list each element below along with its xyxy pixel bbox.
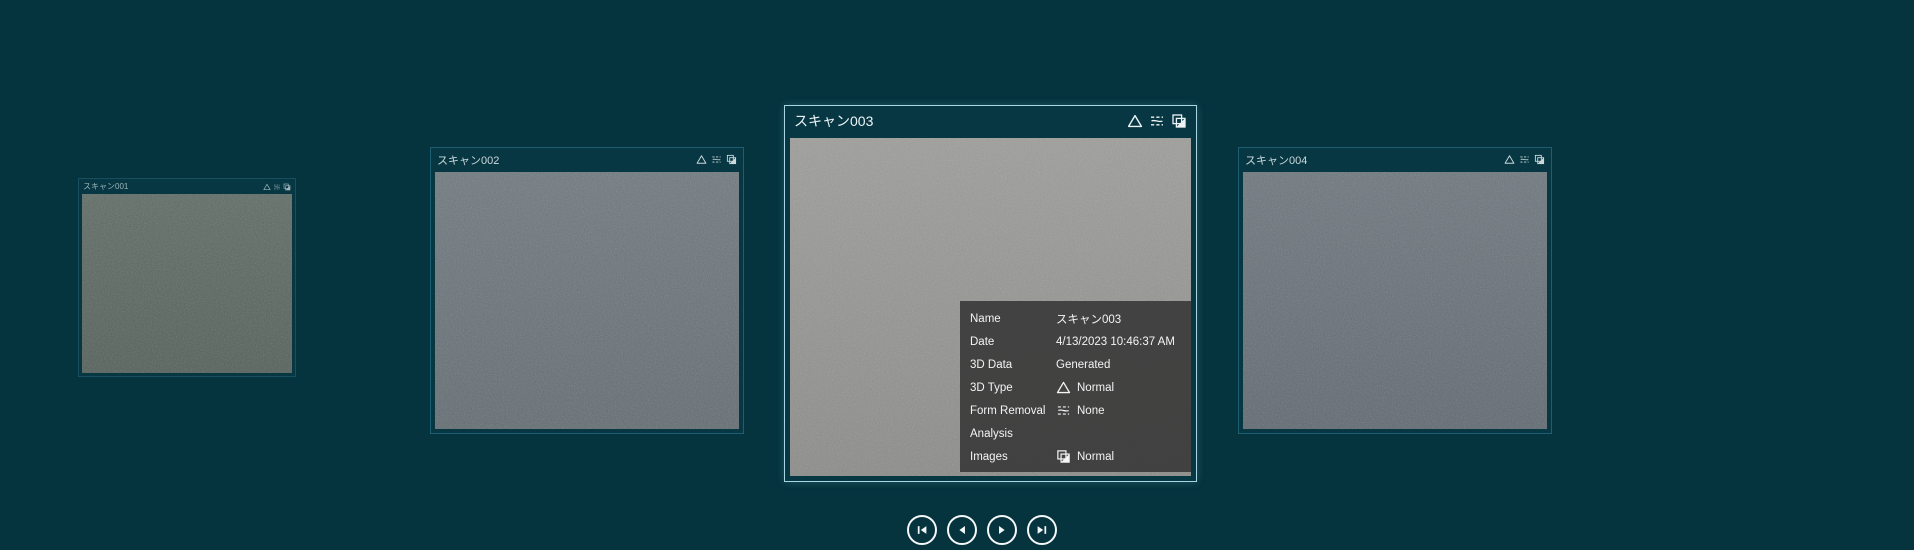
- card-status-icons: [263, 183, 291, 191]
- card-title-bar: スキャン002: [431, 148, 743, 171]
- info-label: Images: [970, 450, 1008, 463]
- card-title-bar: スキャン004: [1239, 148, 1551, 171]
- scan-info-panel: Name スキャン003 Date 4/13/2023 10:46:37 AM …: [960, 301, 1191, 472]
- form-removal-icon: [1151, 116, 1163, 126]
- scan-name-label: スキャン003: [794, 113, 874, 129]
- skip-first-icon: [917, 526, 927, 534]
- thumbnail-noise-texture: [1243, 172, 1547, 429]
- images-icon: [1057, 450, 1070, 463]
- 3d-type-triangle-icon: [1504, 155, 1515, 164]
- previous-icon: [959, 525, 965, 535]
- carousel-navigation: [907, 515, 1057, 545]
- scan-thumbnail[interactable]: [82, 194, 292, 373]
- scan-name-label: スキャン004: [1245, 154, 1308, 167]
- info-label: 3D Data: [970, 358, 1013, 371]
- next-icon: [999, 525, 1005, 535]
- info-label: Date: [970, 335, 995, 348]
- info-row-form-removal: Form Removal None: [970, 399, 1191, 422]
- first-button[interactable]: [907, 515, 937, 545]
- info-label: Form Removal: [970, 404, 1046, 417]
- info-row-analysis: Analysis: [970, 422, 1191, 445]
- info-row-images: Images Normal: [970, 445, 1191, 468]
- info-label: 3D Type: [970, 381, 1013, 394]
- triangle-icon: [1056, 381, 1071, 394]
- info-value: Normal: [1056, 380, 1114, 395]
- scan-thumbnail[interactable]: [435, 172, 739, 429]
- images-icon: [283, 183, 291, 190]
- info-row-date: Date 4/13/2023 10:46:37 AM: [970, 330, 1191, 353]
- info-row-3d-type: 3D Type Normal: [970, 376, 1191, 399]
- scan-carousel-view: スキャン001 スキャン002 スキャン003 Name スキャン003 Dat…: [0, 0, 1914, 550]
- scan-name-label: スキャン002: [437, 154, 500, 167]
- info-value: Generated: [1056, 358, 1111, 371]
- info-row-3d-data: 3D Data Generated: [970, 353, 1191, 376]
- card-title-bar: スキャン003: [785, 106, 1196, 136]
- info-value: 4/13/2023 10:46:37 AM: [1056, 335, 1175, 348]
- scan-card-4[interactable]: スキャン004: [1238, 147, 1552, 434]
- images-icon: [1172, 114, 1186, 128]
- card-title-bar: スキャン001: [79, 179, 295, 194]
- info-value: Normal: [1056, 449, 1114, 464]
- card-status-icons: [1504, 154, 1545, 165]
- scan-card-2[interactable]: スキャン002: [430, 147, 744, 434]
- info-value-text: Normal: [1077, 450, 1115, 463]
- info-value-text: None: [1077, 404, 1105, 417]
- skip-last-icon: [1037, 526, 1047, 534]
- thumbnail-noise-texture: [82, 194, 292, 373]
- previous-button[interactable]: [947, 515, 977, 545]
- info-label: Name: [970, 312, 1001, 325]
- scan-card-3-selected[interactable]: スキャン003 Name スキャン003 Date 4/13/2023 10:4…: [784, 105, 1197, 482]
- form-removal-icon: [1520, 156, 1529, 163]
- info-label: Analysis: [970, 427, 1013, 440]
- images-icon: [1534, 154, 1545, 165]
- next-button[interactable]: [987, 515, 1017, 545]
- scan-name-label: スキャン001: [83, 182, 129, 191]
- form-removal-icon: [712, 156, 721, 163]
- info-value: None: [1056, 403, 1105, 418]
- 3d-type-triangle-icon: [696, 155, 707, 164]
- thumbnail-noise-texture: [435, 172, 739, 429]
- info-row-name: Name スキャン003: [970, 307, 1191, 330]
- info-value: スキャン003: [1056, 313, 1122, 326]
- 3d-type-triangle-icon: [263, 183, 271, 190]
- last-button[interactable]: [1027, 515, 1057, 545]
- images-icon: [726, 154, 737, 165]
- scan-card-1[interactable]: スキャン001: [78, 178, 296, 377]
- form-removal-icon: [1057, 406, 1070, 415]
- scan-thumbnail[interactable]: [1243, 172, 1547, 429]
- 3d-type-triangle-icon: [1127, 114, 1143, 128]
- form-removal-icon: [274, 184, 280, 189]
- card-status-icons: [696, 154, 737, 165]
- info-value-text: Normal: [1077, 381, 1115, 394]
- card-status-icons: [1127, 113, 1187, 129]
